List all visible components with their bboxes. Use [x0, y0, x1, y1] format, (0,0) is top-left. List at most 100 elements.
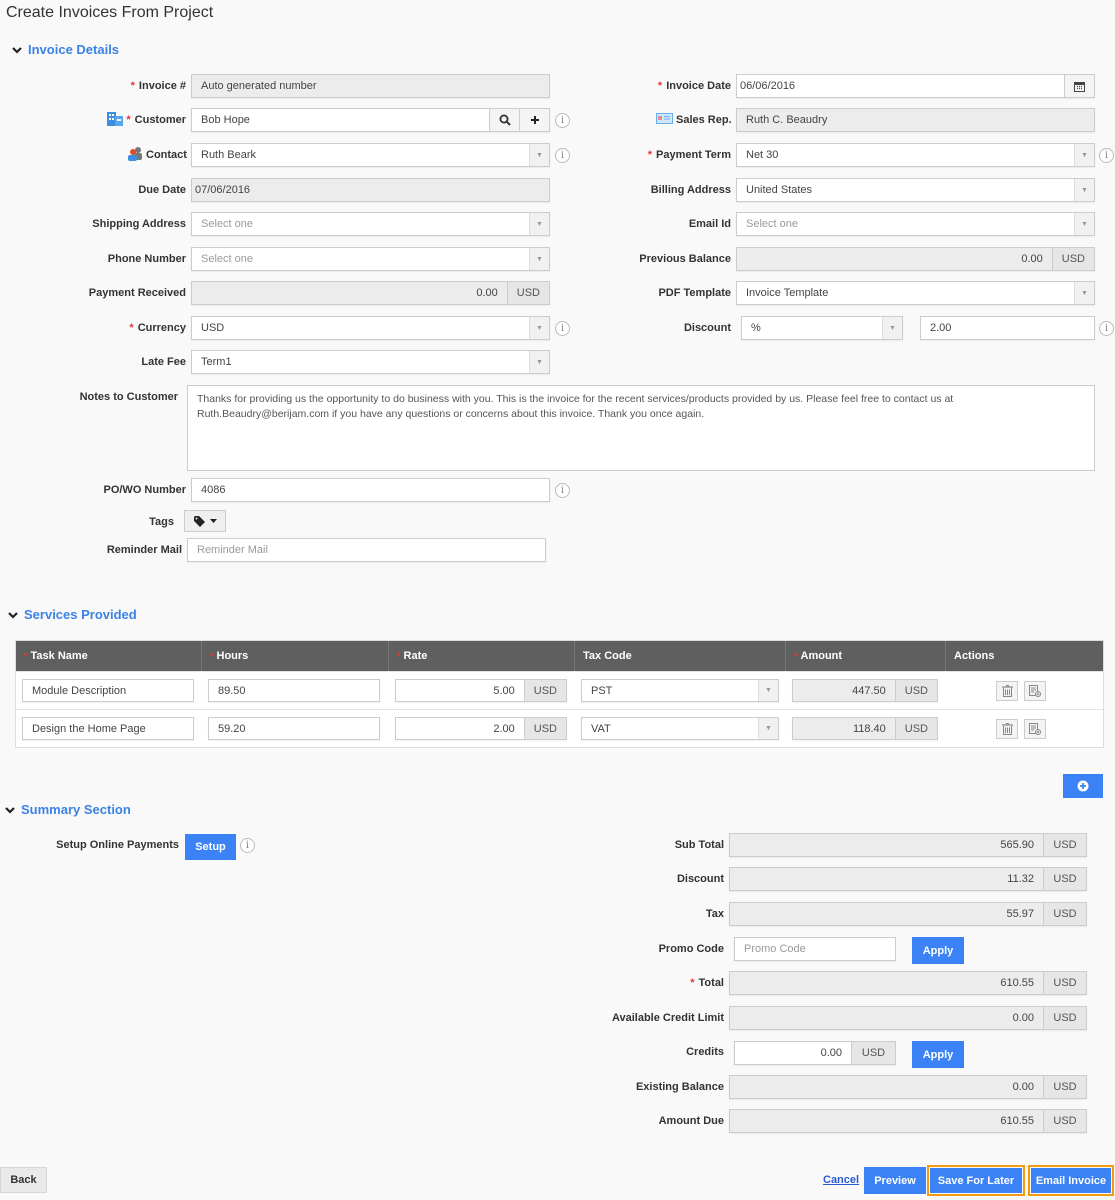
contact-select[interactable]: Ruth Beark ▼ [191, 143, 550, 167]
amount-due-label: Amount Due [658, 1115, 724, 1127]
section-summary-toggle[interactable]: Summary Section [5, 802, 131, 817]
tax-field[interactable]: 55.97 USD [729, 902, 1087, 926]
promo-code-input[interactable]: Promo Code [734, 937, 896, 961]
add-note-row-button[interactable] [1024, 680, 1046, 701]
currency-addon: USD [1043, 1110, 1086, 1132]
section-invoice-details-toggle[interactable]: Invoice Details [12, 42, 119, 57]
customer-info-icon[interactable]: i [555, 113, 570, 128]
currency-label: * Currency [129, 322, 186, 334]
customer-search-button[interactable] [489, 109, 519, 131]
currency-addon: USD [1043, 834, 1086, 856]
po-number-info-icon[interactable]: i [555, 483, 570, 498]
search-icon [499, 114, 511, 126]
amount-due-field[interactable]: 610.55 USD [729, 1109, 1087, 1133]
summary-discount-value: 11.32 [1007, 873, 1034, 885]
invoice-number-field[interactable]: Auto generated number [191, 74, 550, 98]
calendar-icon [1074, 81, 1085, 92]
payment-term-select[interactable]: Net 30 ▼ [736, 143, 1095, 167]
tax-code-select[interactable]: PST ▼ [581, 679, 779, 702]
trash-icon [1001, 684, 1013, 697]
email-id-placeholder: Select one [746, 218, 798, 230]
sales-rep-field[interactable]: Ruth C. Beaudry [736, 108, 1095, 132]
payment-term-value: Net 30 [746, 149, 779, 161]
sub-total-field[interactable]: 565.90 USD [729, 833, 1087, 857]
section-services-toggle[interactable]: Services Provided [8, 607, 137, 622]
late-fee-select[interactable]: Term1 ▼ [191, 350, 550, 374]
reminder-mail-input[interactable]: Reminder Mail [187, 538, 546, 562]
rate-input[interactable]: 5.00 USD [395, 679, 567, 702]
sales-rep-card-icon [656, 113, 673, 124]
save-for-later-button[interactable]: Save For Later [927, 1165, 1025, 1196]
contact-label: Contact [146, 149, 187, 161]
tax-code-value: VAT [591, 722, 611, 735]
currency-addon: USD [523, 718, 566, 739]
currency-addon: USD [1043, 972, 1086, 994]
po-number-input[interactable]: 4086 [191, 478, 550, 502]
discount-value-input[interactable]: 2.00 [920, 316, 1095, 340]
invoice-date-field[interactable]: 06/06/2016 [736, 74, 1095, 98]
phone-number-label: Phone Number [107, 253, 186, 265]
tax-value: 55.97 [1006, 908, 1034, 920]
existing-balance-field[interactable]: 0.00 USD [729, 1075, 1087, 1099]
discount-type-select[interactable]: % ▼ [741, 316, 903, 340]
payment-term-info-icon[interactable]: i [1099, 148, 1114, 163]
add-note-row-button[interactable] [1024, 718, 1046, 739]
po-number-label: PO/WO Number [103, 484, 186, 496]
rate-input[interactable]: 2.00 USD [395, 717, 567, 740]
hours-input[interactable]: 89.50 [208, 679, 380, 702]
cancel-link[interactable]: Cancel [823, 1174, 859, 1186]
customer-label: * Customer [126, 114, 186, 126]
chevron-down-icon [8, 611, 18, 619]
hours-input[interactable]: 59.20 [208, 717, 380, 740]
due-date-field[interactable]: 07/06/2016 [191, 178, 550, 202]
currency-addon: USD [1051, 248, 1094, 270]
chevron-down-icon: ▼ [758, 718, 778, 739]
sub-total-value: 565.90 [1000, 839, 1034, 851]
amount-field[interactable]: 447.50 USD [792, 679, 938, 702]
tax-code-select[interactable]: VAT ▼ [581, 717, 779, 740]
apply-credits-button[interactable]: Apply [912, 1041, 964, 1068]
back-button[interactable]: Back [0, 1167, 47, 1193]
apply-promo-button[interactable]: Apply [912, 937, 964, 964]
add-row-button[interactable] [1063, 774, 1103, 798]
add-customer-button[interactable] [519, 109, 549, 131]
notes-textarea[interactable]: Thanks for providing us the opportunity … [187, 385, 1095, 471]
available-credit-limit-field[interactable]: 0.00 USD [729, 1006, 1087, 1030]
total-field[interactable]: 610.55 USD [729, 971, 1087, 995]
amount-field[interactable]: 118.40 USD [792, 717, 938, 740]
existing-balance-value: 0.00 [1012, 1081, 1034, 1093]
discount-info-icon[interactable]: i [1099, 321, 1114, 336]
billing-address-select[interactable]: United States ▼ [736, 178, 1095, 202]
pdf-template-select[interactable]: Invoice Template ▼ [736, 281, 1095, 305]
customer-field[interactable]: Bob Hope [191, 108, 550, 132]
setup-info-icon[interactable]: i [240, 838, 255, 853]
email-invoice-button[interactable]: Email Invoice [1028, 1165, 1114, 1196]
tags-dropdown-button[interactable] [184, 510, 226, 532]
summary-discount-field[interactable]: 11.32 USD [729, 867, 1087, 891]
previous-balance-field[interactable]: 0.00 USD [736, 247, 1095, 271]
pdf-template-value: Invoice Template [746, 287, 829, 299]
task-name-input[interactable]: Module Description [22, 679, 194, 702]
task-name-input[interactable]: Design the Home Page [22, 717, 194, 740]
payment-received-field[interactable]: 0.00 USD [191, 281, 550, 305]
setup-button[interactable]: Setup [185, 834, 236, 860]
calendar-button[interactable] [1064, 75, 1094, 97]
invoice-date-value: 06/06/2016 [740, 80, 796, 92]
delete-row-button[interactable] [996, 680, 1018, 701]
credits-input[interactable]: 0.00 USD [734, 1041, 896, 1065]
chevron-down-icon: ▼ [529, 144, 549, 166]
phone-number-select[interactable]: Select one ▼ [191, 247, 550, 271]
preview-button[interactable]: Preview [864, 1167, 926, 1194]
currency-info-icon[interactable]: i [555, 321, 570, 336]
delete-row-button[interactable] [996, 718, 1018, 739]
promo-code-placeholder: Promo Code [744, 943, 806, 955]
discount-type-value: % [751, 322, 761, 334]
contact-info-icon[interactable]: i [555, 148, 570, 163]
amount-value: 447.50 [852, 684, 886, 697]
column-actions: Actions [954, 650, 995, 662]
shipping-address-select[interactable]: Select one ▼ [191, 212, 550, 236]
currency-select[interactable]: USD ▼ [191, 316, 550, 340]
currency-addon: USD [506, 282, 549, 304]
table-row: Design the Home Page 59.20 2.00 USD VAT ▼ … [16, 709, 1103, 747]
email-id-select[interactable]: Select one ▼ [736, 212, 1095, 236]
